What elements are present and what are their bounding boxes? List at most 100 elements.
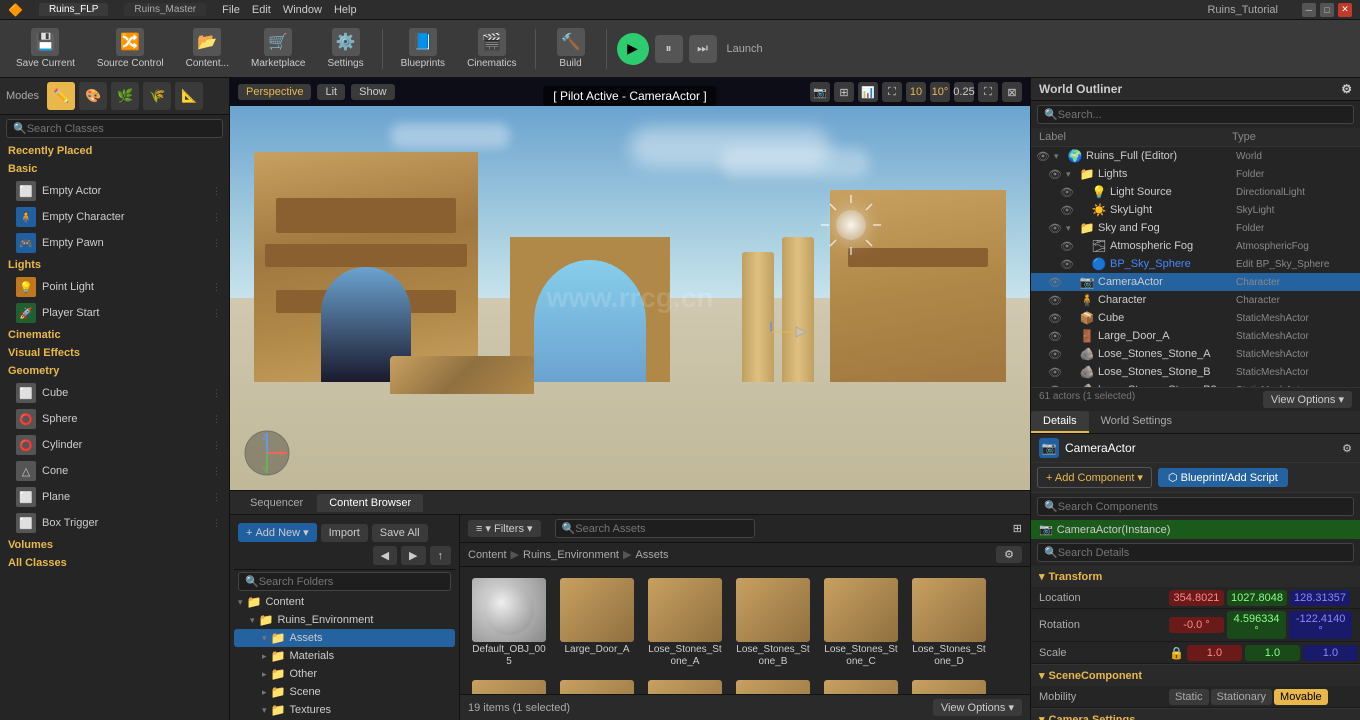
asset-card[interactable]: Large_Door_A: [556, 575, 638, 671]
component-camera-actor[interactable]: 📷 CameraActor(Instance): [1031, 520, 1360, 539]
class-cylinder[interactable]: ⭕ Cylinder ⋮: [0, 432, 229, 458]
viewport-grid-icon[interactable]: ⊞: [834, 82, 854, 102]
import-button[interactable]: Import: [321, 524, 368, 542]
class-player-start[interactable]: 🚀 Player Start ⋮: [0, 300, 229, 326]
menu-help[interactable]: Help: [334, 4, 357, 16]
location-z[interactable]: 128.31357: [1290, 590, 1350, 606]
mode-foliage-button[interactable]: 🌾: [143, 82, 171, 110]
breadcrumb-ruins-env[interactable]: Ruins_Environment: [523, 549, 619, 561]
close-button[interactable]: ✕: [1338, 3, 1352, 17]
movable-button[interactable]: Movable: [1274, 689, 1328, 705]
outliner-item[interactable]: 👁 ☀️ SkyLight SkyLight: [1031, 201, 1360, 219]
filters-button[interactable]: ≡ ▾ Filters ▾: [468, 520, 541, 537]
viewport-fullscreen-icon[interactable]: ⊠: [1002, 82, 1022, 102]
tab-ruins-master[interactable]: Ruins_Master: [124, 3, 206, 16]
asset-card[interactable]: Lose_Stones_Stone_H: [732, 677, 814, 694]
outliner-eye-icon[interactable]: 👁: [1047, 348, 1063, 361]
folder-item[interactable]: ▸ 📁 Scene: [234, 683, 455, 701]
launch-button[interactable]: ⏭: [689, 35, 717, 63]
viewport-num-icon[interactable]: 10: [906, 82, 926, 102]
outliner-eye-icon[interactable]: 👁: [1047, 366, 1063, 379]
viewport[interactable]: Perspective Lit Show 📷 ⊞ 📊 ⛶ 10 10° 0.25…: [230, 78, 1030, 490]
viewport-stat-icon[interactable]: 📊: [858, 82, 878, 102]
settings-button[interactable]: ⚙️ Settings: [319, 24, 371, 73]
scale-y[interactable]: 1.0: [1245, 645, 1300, 661]
outliner-eye-icon[interactable]: 👁: [1035, 150, 1051, 163]
outliner-item[interactable]: 👁 💡 Light Source DirectionalLight: [1031, 183, 1360, 201]
mode-select-button[interactable]: ✏️: [47, 82, 75, 110]
components-search-input[interactable]: [1058, 501, 1347, 513]
folder-up-button[interactable]: ↑: [430, 546, 452, 565]
camera-settings-header[interactable]: ▾ Camera Settings: [1031, 709, 1360, 720]
add-component-button[interactable]: + Add Component ▾: [1037, 467, 1152, 488]
lock-icon[interactable]: 🔒: [1169, 646, 1184, 660]
class-cube[interactable]: ⬜ Cube ⋮: [0, 380, 229, 406]
folder-item[interactable]: ▸ 📁 Other: [234, 665, 455, 683]
asset-card[interactable]: Lose_Stones_Stone_I: [820, 677, 902, 694]
breadcrumb-assets[interactable]: Assets: [635, 549, 668, 561]
menu-file[interactable]: File: [222, 4, 240, 16]
outliner-item[interactable]: 👁 📦 Cube StaticMeshActor: [1031, 309, 1360, 327]
outliner-eye-icon[interactable]: 👁: [1047, 312, 1063, 325]
asset-card[interactable]: Lose_Stones_Stone_F: [556, 677, 638, 694]
class-plane[interactable]: ⬜ Plane ⋮: [0, 484, 229, 510]
outliner-search-bar[interactable]: 🔍: [1037, 105, 1354, 124]
search-assets-bar[interactable]: 🔍: [555, 519, 755, 538]
source-control-button[interactable]: 🔀 Source Control: [89, 24, 172, 73]
scale-x[interactable]: 1.0: [1187, 645, 1242, 661]
viewport-scene[interactable]: Z X Y www.rrcg.cn: [230, 106, 1030, 490]
maximize-button[interactable]: □: [1320, 3, 1334, 17]
view-options-button[interactable]: View Options ▾: [933, 699, 1022, 716]
asset-card[interactable]: Lose_Stones_Stone_A: [644, 575, 726, 671]
tab-details[interactable]: Details: [1031, 411, 1089, 433]
folder-search-input[interactable]: [259, 576, 444, 588]
folder-item[interactable]: ▸ 📁 Materials: [234, 647, 455, 665]
outliner-item[interactable]: 👁 🪨 Lose_Stones_Stone_A StaticMeshActor: [1031, 345, 1360, 363]
transform-section-header[interactable]: ▾ Transform: [1031, 566, 1360, 587]
outliner-item[interactable]: 👁 ▾ 🌍 Ruins_Full (Editor) World: [1031, 147, 1360, 165]
class-sphere[interactable]: ⭕ Sphere ⋮: [0, 406, 229, 432]
folder-item[interactable]: ▾ 📁 Textures: [234, 701, 455, 719]
asset-card[interactable]: Lose_Stones_Stone_C: [820, 575, 902, 671]
rotation-x[interactable]: -0.0 °: [1169, 617, 1224, 633]
outliner-view-options[interactable]: View Options ▾: [1263, 391, 1352, 408]
outliner-item[interactable]: 👁 📷 CameraActor Character: [1031, 273, 1360, 291]
folder-item[interactable]: ▾ 📁 Content: [234, 593, 455, 611]
content-button[interactable]: 📂 Content...: [178, 24, 237, 73]
section-recently-placed[interactable]: Recently Placed: [0, 142, 229, 160]
outliner-eye-icon[interactable]: 👁: [1047, 294, 1063, 307]
assets-options-button[interactable]: ⚙: [996, 546, 1022, 563]
search-assets-input[interactable]: [575, 523, 747, 535]
scale-z[interactable]: 1.0: [1303, 645, 1358, 661]
location-y[interactable]: 1027.8048: [1227, 590, 1287, 606]
asset-card[interactable]: Lose_Stones_Stone_J: [908, 677, 990, 694]
outliner-item[interactable]: 👁 🔵 BP_Sky_Sphere Edit BP_Sky_Sphere: [1031, 255, 1360, 273]
section-lights[interactable]: Lights: [0, 256, 229, 274]
breadcrumb-content[interactable]: Content: [468, 549, 507, 561]
components-search-bar[interactable]: 🔍: [1037, 497, 1354, 516]
marketplace-button[interactable]: 🛒 Marketplace: [243, 24, 313, 73]
save-current-button[interactable]: 💾 Save Current: [8, 24, 83, 73]
folder-item[interactable]: ▾ 📁 Assets: [234, 629, 455, 647]
blueprint-script-button[interactable]: ⬡ Blueprint/Add Script: [1158, 468, 1288, 487]
viewport-cam-icon[interactable]: 📷: [810, 82, 830, 102]
outliner-item[interactable]: 👁 ▾ 📁 Lights Folder: [1031, 165, 1360, 183]
asset-card[interactable]: Lose_Stones_Stone_D: [908, 575, 990, 671]
class-point-light[interactable]: 💡 Point Light ⋮: [0, 274, 229, 300]
outliner-fold-icon[interactable]: ▾: [1066, 169, 1076, 180]
asset-card[interactable]: Lose_Stones_Stone_E: [468, 677, 550, 694]
tab-ruins-flp[interactable]: Ruins_FLP: [39, 3, 108, 16]
rotation-z[interactable]: -122.4140 °: [1289, 611, 1352, 639]
add-new-button[interactable]: + Add New ▾: [238, 523, 317, 542]
scene-component-header[interactable]: ▾ SceneComponent: [1031, 665, 1360, 686]
outliner-eye-icon[interactable]: 👁: [1047, 168, 1063, 181]
class-empty-character[interactable]: 🧍 Empty Character ⋮: [0, 204, 229, 230]
outliner-eye-icon[interactable]: 👁: [1059, 258, 1075, 271]
section-all-classes[interactable]: All Classes: [0, 554, 229, 572]
mode-landscape-button[interactable]: 🌿: [111, 82, 139, 110]
menu-edit[interactable]: Edit: [252, 4, 271, 16]
assets-view-icon[interactable]: ⊞: [1013, 522, 1022, 535]
search-classes-bar[interactable]: 🔍: [6, 119, 223, 138]
stop-button[interactable]: ⏸: [655, 35, 683, 63]
outliner-item[interactable]: 👁 🚪 Large_Door_A StaticMeshActor: [1031, 327, 1360, 345]
